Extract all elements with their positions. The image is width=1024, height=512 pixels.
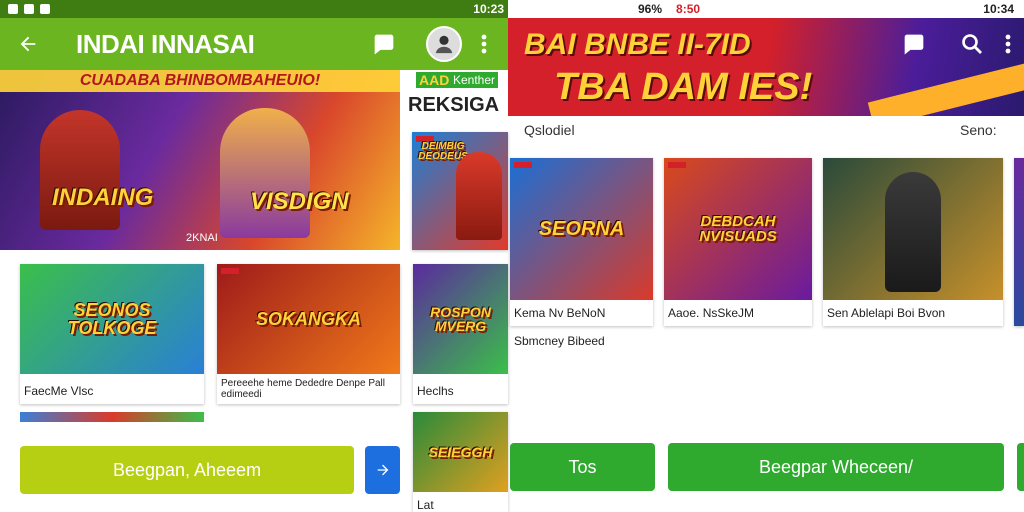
- game-card-image: SOKANGKA: [217, 264, 400, 374]
- hero-caption: 2KNAI: [186, 232, 218, 244]
- game-card[interactable]: SOKANGKA Pereeehe heme Dededre Denpe Pal…: [217, 264, 400, 404]
- status-alert: 8:50: [676, 2, 701, 16]
- game-card-badge: [514, 162, 532, 168]
- side-promo[interactable]: AAD Kenther REKSIGA: [404, 70, 508, 120]
- game-card-peek[interactable]: [1014, 158, 1024, 326]
- more-menu-button[interactable]: [472, 24, 496, 64]
- more-menu-button[interactable]: [996, 26, 1020, 62]
- hero-banner-right: VISDIGN: [250, 188, 349, 215]
- hero-banner[interactable]: CUADABA BHINBOMBAHEUIO! INDAING VISDIGN …: [0, 70, 400, 250]
- back-button[interactable]: [6, 22, 50, 66]
- chat-bubble-icon: [374, 34, 394, 55]
- primary-action-button[interactable]: Beegpar Wheceen/: [668, 443, 1004, 491]
- status-time: 10:34: [983, 2, 1014, 16]
- game-card-label: Aaoe. NsSkeJM: [668, 306, 755, 320]
- next-button[interactable]: [365, 446, 400, 494]
- hero-character: [220, 108, 310, 238]
- toolbar-left: INDAI INNASAI: [0, 18, 508, 70]
- game-card-image: SEONOS TOLKOGE: [20, 264, 204, 374]
- promo-banner[interactable]: BAI BNBE II-7ID TBA DAM IES!: [508, 18, 1024, 116]
- game-card-sublabel: Sbmcney Bibeed: [514, 334, 605, 348]
- game-card-label: Lat: [417, 498, 434, 512]
- side-tile[interactable]: DEIMBIG DEODEUS: [412, 132, 508, 250]
- game-card-image-text: ROSPON MVERG: [430, 304, 491, 334]
- hero-headline: CUADABA BHINBOMBAHEUIO!: [79, 72, 321, 89]
- status-battery: 96%: [638, 2, 663, 16]
- banner-line1: BAI BNBE II-7ID: [524, 28, 751, 61]
- arrow-right-icon: [377, 464, 388, 476]
- carousel-indicator: [20, 412, 204, 422]
- game-card-image: DEBDCAH NVISUADS: [664, 158, 812, 300]
- more-vertical-icon: [481, 34, 487, 54]
- search-button[interactable]: [954, 26, 990, 62]
- game-card-badge: [668, 162, 686, 168]
- secondary-button[interactable]: Tos: [510, 443, 655, 491]
- primary-action-button[interactable]: Beegpan, Aheeem: [20, 446, 354, 494]
- game-card-badge: [221, 268, 239, 274]
- side-promo-line1: AAD: [416, 72, 453, 88]
- game-card-image-text: SOKANGKA: [255, 309, 361, 329]
- notification-icon: [8, 4, 18, 14]
- search-icon: [962, 34, 982, 54]
- game-card-image-text: SEIEGGH: [428, 444, 493, 460]
- game-card-label: FaecMe Vlsc: [24, 384, 94, 398]
- game-card-image: [823, 158, 1003, 300]
- chat-button[interactable]: [364, 24, 404, 64]
- game-card[interactable]: SEIEGGH Lat: [413, 412, 508, 512]
- game-card-character: [885, 172, 941, 292]
- arrow-left-icon: [20, 36, 36, 52]
- chat-bubble-icon: [904, 34, 924, 55]
- status-time: 10:23: [473, 2, 504, 16]
- game-card[interactable]: ROSPON MVERG Heclhs: [413, 264, 508, 404]
- game-card[interactable]: SEONOS TOLKOGE FaecMe Vlsc: [20, 264, 204, 404]
- game-card[interactable]: Sen Ablelapi Boi Bvon: [823, 158, 1003, 326]
- game-card[interactable]: SEORNA Kema Nv BeNoN: [510, 158, 653, 326]
- game-card-image-text: SEORNA: [538, 218, 625, 240]
- side-promo-line2: REKSIGA: [408, 94, 500, 116]
- banner-line2: TBA DAM IES!: [554, 66, 813, 108]
- side-promo-line1b: Kenther: [450, 72, 499, 88]
- game-card[interactable]: DEBDCAH NVISUADS Aaoe. NsSkeJM: [664, 158, 812, 326]
- notification-icon: [40, 4, 50, 14]
- game-card-image: SEIEGGH: [413, 412, 508, 492]
- game-card-image-text: DEBDCAH NVISUADS: [699, 213, 777, 245]
- status-bar-right: 96% 8:50 10:34: [508, 0, 1024, 18]
- hero-headline-bar: CUADABA BHINBOMBAHEUIO!: [0, 70, 400, 92]
- hero-character: [40, 110, 120, 230]
- status-bar-left: 10:23: [0, 0, 512, 18]
- game-card-label: Kema Nv BeNoN: [514, 306, 606, 320]
- avatar[interactable]: [426, 26, 462, 62]
- banner-stripe: [867, 54, 1024, 116]
- game-card-label: Heclhs: [417, 384, 454, 398]
- game-card-label: Pereeehe heme Dededre Denpe Pall edimeed…: [221, 378, 385, 400]
- chat-button[interactable]: [896, 26, 932, 62]
- avatar-icon: [435, 35, 453, 54]
- section-link[interactable]: Seno:: [960, 122, 997, 138]
- game-card-image: SEORNA: [510, 158, 653, 300]
- section-title: Qslodiel: [524, 122, 575, 138]
- game-card-label: Sen Ablelapi Boi Bvon: [827, 306, 946, 320]
- hero-banner-left: INDAING: [52, 184, 154, 211]
- side-tile-character: [456, 152, 502, 240]
- more-vertical-icon: [1005, 34, 1011, 54]
- game-card-image-text: SEONOS TOLKOGE: [67, 300, 157, 338]
- button-peek[interactable]: [1017, 443, 1024, 491]
- page-title: INDAI INNASAI: [76, 28, 255, 59]
- game-card-image: ROSPON MVERG: [413, 264, 508, 374]
- notification-icon: [24, 4, 34, 14]
